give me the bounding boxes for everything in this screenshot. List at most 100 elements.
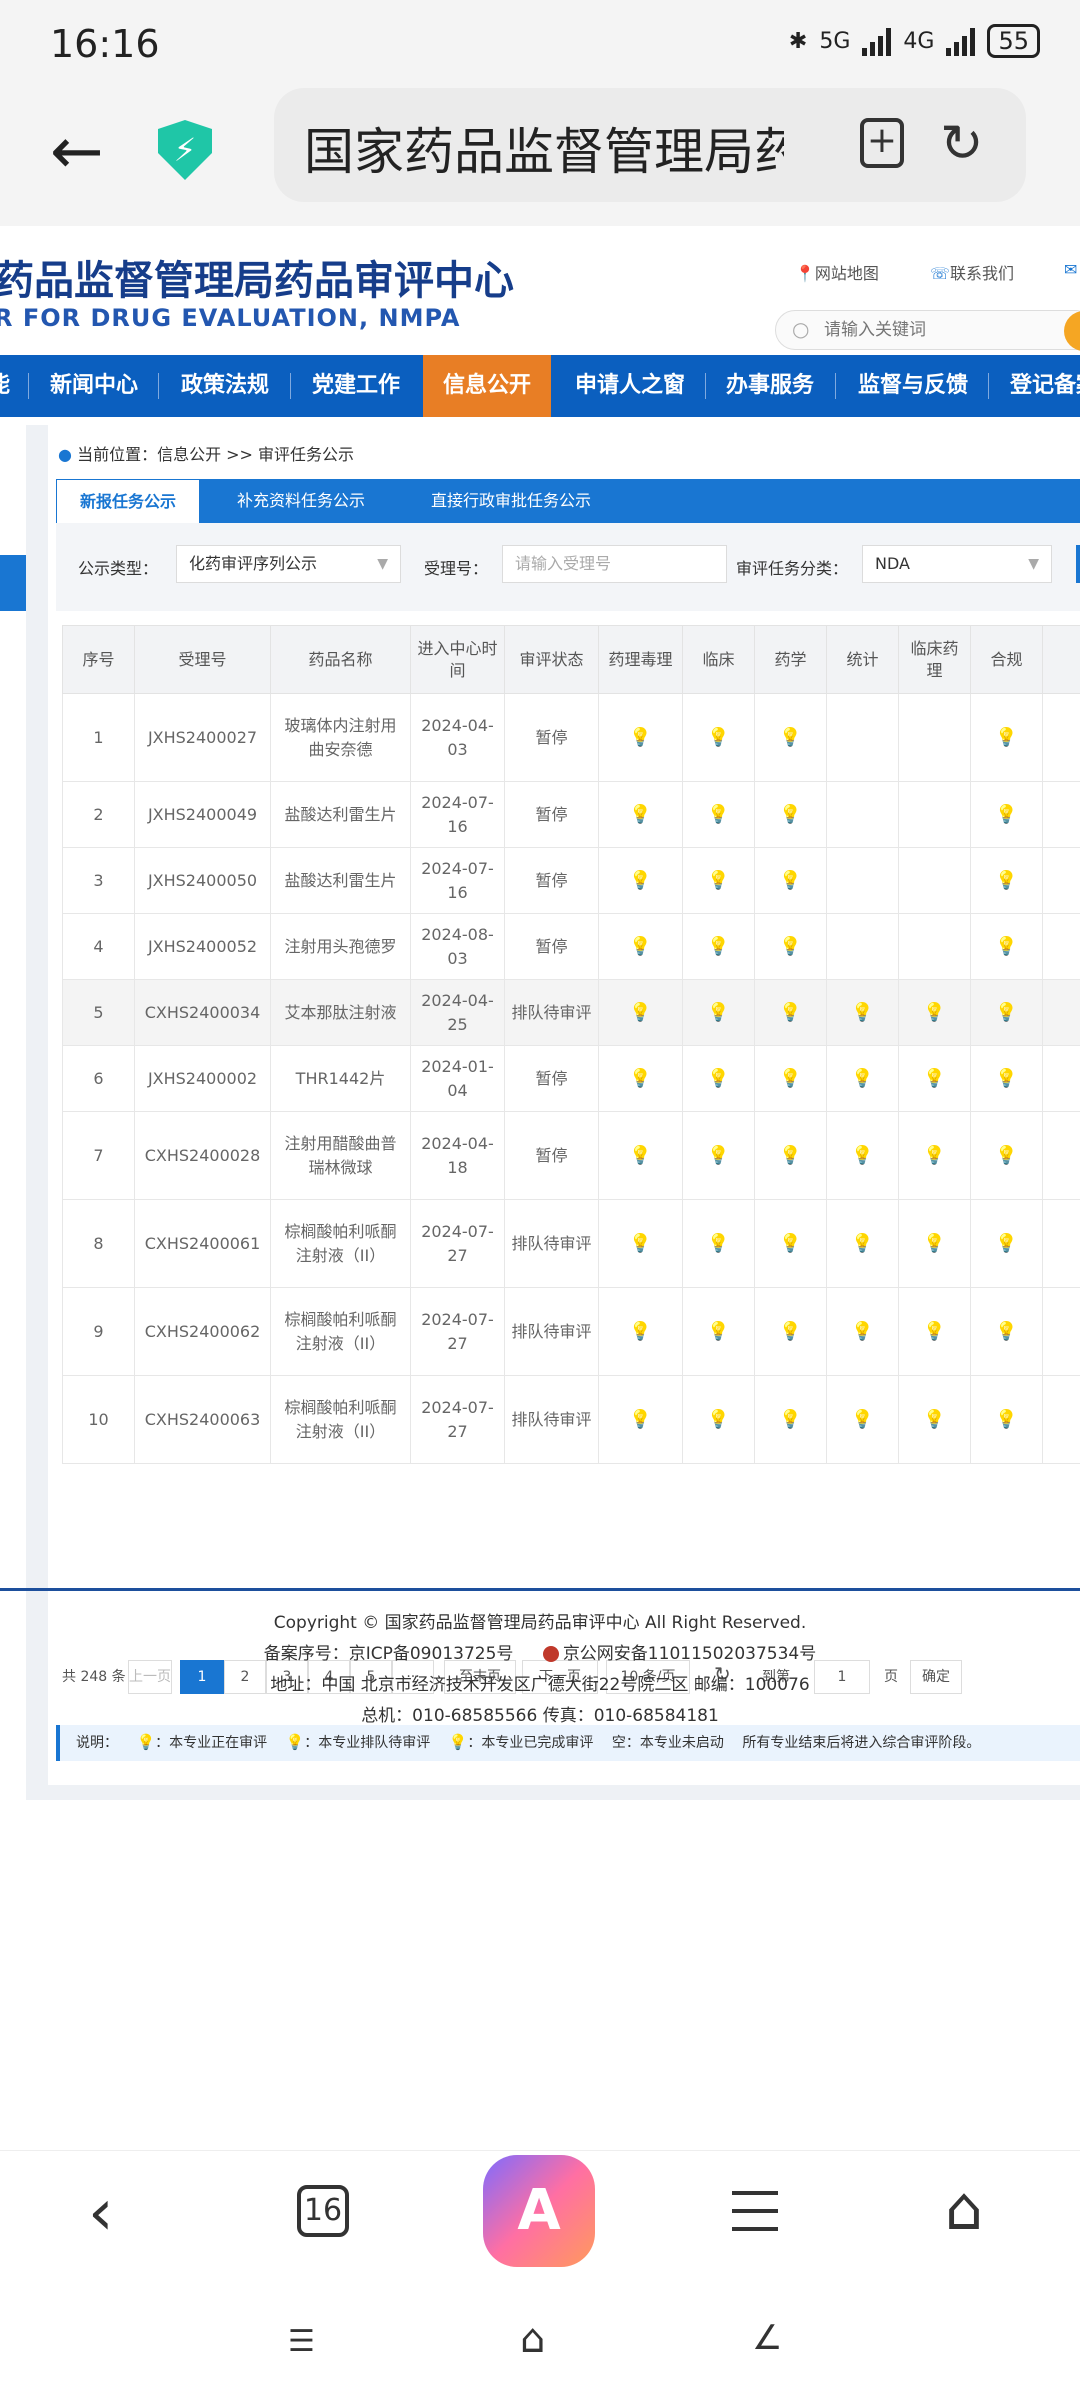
review-status: 暂停: [504, 693, 599, 782]
chevron-down-icon: ▼: [377, 556, 388, 572]
discipline-status-cell: 💡: [754, 979, 827, 1046]
sitemap-link[interactable]: 📍网站地图: [795, 260, 879, 284]
reload-icon[interactable]: ↻: [940, 114, 984, 174]
bulb-off-icon: 💡: [995, 1067, 1018, 1089]
col-header: 合规: [970, 625, 1043, 694]
back-arrow-icon[interactable]: ←: [50, 120, 104, 184]
ai-assistant-button[interactable]: A: [483, 2155, 595, 2267]
mail-icon[interactable]: ✉: [1064, 260, 1077, 279]
review-status: 排队待审评: [504, 1287, 599, 1376]
bluetooth-icon: ✱: [788, 28, 808, 54]
home-icon[interactable]: ⌂: [945, 2179, 983, 2239]
nav-item-info-public[interactable]: 信息公开: [423, 355, 551, 417]
site-title: 药品监督管理局药品审评中心: [0, 258, 514, 304]
search-button[interactable]: [1064, 311, 1080, 351]
table-row[interactable]: 10 CXHS2400063 棕榈酸帕利哌酮注射液（II） 2024-07-27 排队待…: [62, 1375, 1080, 1464]
back-icon[interactable]: ‹: [88, 2181, 114, 2245]
bulb-off-icon: 💡: [995, 935, 1018, 957]
row-number: 8: [62, 1199, 135, 1288]
discipline-status-cell: 💡: [682, 1111, 755, 1200]
table-row[interactable]: 7 CXHS2400028 注射用醋酸曲普瑞林微球 2024-04-18 暂停 💡 💡 💡 💡 💡…: [62, 1111, 1080, 1200]
nav-item-applicant[interactable]: 申请人之窗: [575, 355, 685, 417]
table-row[interactable]: 5 CXHS2400034 艾本那肽注射液 2024-04-25 排队待审评 💡 💡 💡 💡 💡 💡: [62, 979, 1080, 1046]
menu-icon[interactable]: [732, 2191, 778, 2245]
add-bookmark-icon[interactable]: +: [860, 118, 904, 168]
battery-icon: 55: [987, 24, 1040, 58]
location-pin-icon: 📍: [795, 264, 815, 283]
bulb-off-icon: 💡: [707, 1144, 730, 1166]
address-bar[interactable]: 国家药品监督管理局药 + ↻: [274, 88, 1026, 202]
discipline-status-cell: 💡: [598, 847, 683, 914]
phone-icon: ☏: [930, 264, 951, 283]
nav-item-party[interactable]: 党建工作: [312, 355, 400, 417]
bulb-on-icon: 💡: [779, 935, 802, 957]
security-shield-icon[interactable]: ⚡: [158, 120, 212, 180]
bulb-off-icon: 💡: [995, 1232, 1018, 1254]
category-select[interactable]: NDA ▼: [862, 545, 1052, 583]
table-row[interactable]: 9 CXHS2400062 棕榈酸帕利哌酮注射液（II） 2024-07-27 排队待审…: [62, 1287, 1080, 1376]
review-status: 排队待审评: [504, 1199, 599, 1288]
bulb-off-icon: 💡: [707, 869, 730, 891]
discipline-status-cell: 💡: [682, 1199, 755, 1288]
col-header: 进入中心时间: [410, 625, 505, 694]
accept-number-input[interactable]: 请输入受理号: [502, 545, 727, 583]
site-search[interactable]: ○: [775, 310, 1080, 351]
side-menu-active-item[interactable]: [0, 555, 26, 611]
footer-icp[interactable]: 备案序号：京ICP备09013725号: [264, 1644, 514, 1664]
bulb-off-icon: 💡: [995, 1144, 1018, 1166]
nav-item-policy[interactable]: 政策法规: [181, 355, 269, 417]
table-body: 1 JXHS2400027 玻璃体内注射用曲安奈德 2024-04-03 暂停 💡 💡 💡 💡 2…: [62, 693, 1080, 1464]
table-row[interactable]: 2 JXHS2400049 盐酸达利雷生片 2024-07-16 暂停 💡 💡 💡 💡: [62, 781, 1080, 848]
tabs-count-button[interactable]: 16: [297, 2185, 349, 2237]
tab-supplement-tasks[interactable]: 补充资料任务公示: [221, 479, 381, 523]
extra-cell: [1042, 693, 1080, 782]
signal-icon: [862, 26, 892, 56]
type-select[interactable]: 化药审评序列公示 ▼: [176, 545, 401, 583]
nav-item-0[interactable]: 能: [0, 355, 10, 417]
recent-apps-icon[interactable]: ☰: [288, 2324, 315, 2359]
task-table: 序号 受理号 药品名称 进入中心时间 审评状态 药理毒理 临床 药学 统计 临床…: [62, 625, 1080, 1464]
url-text[interactable]: 国家药品监督管理局药: [304, 112, 784, 184]
signal-icon: [946, 26, 976, 56]
col-header: 序号: [62, 625, 135, 694]
discipline-status-cell: 💡: [970, 913, 1043, 980]
nav-item-registration[interactable]: 登记备案: [1010, 355, 1080, 417]
sitemap-label[interactable]: 网站地图: [815, 264, 879, 283]
contact-label[interactable]: 联系我们: [950, 264, 1014, 283]
nav-item-services[interactable]: 办事服务: [726, 355, 814, 417]
bulb-off-icon: 💡: [629, 803, 652, 825]
breadcrumb: ● 当前位置：信息公开 >> 审评任务公示: [58, 441, 354, 465]
bulb-off-icon: 💡: [995, 1408, 1018, 1430]
discipline-status-cell: 💡: [826, 1199, 899, 1288]
query-button[interactable]: [1076, 545, 1080, 583]
table-row[interactable]: 3 JXHS2400050 盐酸达利雷生片 2024-07-16 暂停 💡 💡 💡 💡: [62, 847, 1080, 914]
table-row[interactable]: 4 JXHS2400052 注射用头孢德罗 2024-08-03 暂停 💡 💡 💡 💡: [62, 913, 1080, 980]
table-row[interactable]: 8 CXHS2400061 棕榈酸帕利哌酮注射液（II） 2024-07-27 排队待审…: [62, 1199, 1080, 1288]
contact-link[interactable]: ☏联系我们: [930, 260, 1014, 284]
system-back-icon[interactable]: ∠: [752, 2318, 782, 2358]
discipline-status-cell: [898, 693, 971, 782]
table-row[interactable]: 1 JXHS2400027 玻璃体内注射用曲安奈德 2024-04-03 暂停 💡 💡 💡 💡: [62, 693, 1080, 782]
discipline-status-cell: 💡: [826, 979, 899, 1046]
footer-police[interactable]: 京公网安备11011502037534号: [563, 1644, 816, 1664]
legend-title: 说明：: [76, 1735, 118, 1751]
bulb-off-icon: 💡: [629, 1067, 652, 1089]
nav-item-supervision[interactable]: 监督与反馈: [858, 355, 968, 417]
tab-new-tasks[interactable]: 新报任务公示: [56, 479, 200, 523]
nav-separator: [28, 373, 29, 399]
table-row[interactable]: 6 JXHS2400002 THR1442片 2024-01-04 暂停 💡 💡 💡 💡 💡 💡: [62, 1045, 1080, 1112]
entry-date: 2024-04-03: [410, 693, 505, 782]
site-search-input[interactable]: [822, 317, 1052, 343]
bulb-off-icon: 💡: [851, 1232, 874, 1254]
col-header: 受理号: [134, 625, 271, 694]
bulb-off-icon: 💡: [707, 1408, 730, 1430]
tab-direct-approval-tasks[interactable]: 直接行政审批任务公示: [406, 479, 616, 523]
bulb-off-icon: 💡: [851, 1001, 874, 1023]
discipline-status-cell: [898, 913, 971, 980]
network-5g-label: 5G: [819, 28, 851, 54]
discipline-status-cell: 💡: [754, 847, 827, 914]
row-number: 5: [62, 979, 135, 1046]
system-home-icon[interactable]: ⌂: [520, 2316, 545, 2362]
side-menu: [0, 425, 26, 1800]
nav-item-news[interactable]: 新闻中心: [50, 355, 138, 417]
